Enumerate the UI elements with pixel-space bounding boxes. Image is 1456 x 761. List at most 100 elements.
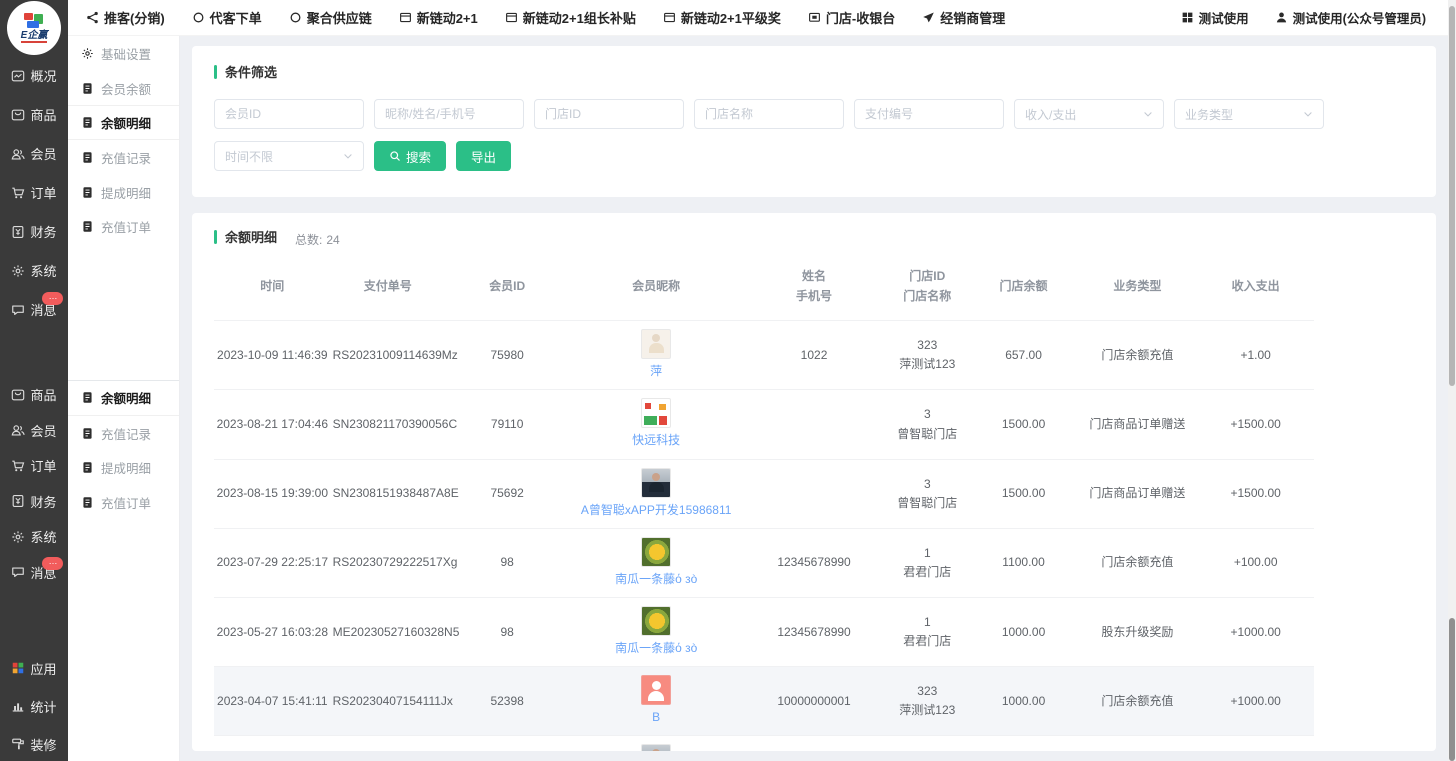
table-header-cell: 支付单号 [331, 254, 445, 321]
time-range-select[interactable]: 时间不限 [214, 141, 364, 171]
cell-store: 1 君君门店 [885, 598, 970, 667]
title-accent-bar [214, 65, 217, 79]
table-header-cell: 收入支出 [1197, 254, 1314, 321]
submenu-item[interactable]: 提成明细 [68, 450, 179, 485]
table-header-cell: 业务类型 [1077, 254, 1197, 321]
sidebar-item[interactable]: 消息 [0, 555, 68, 591]
sidebar-item[interactable]: 系统 [0, 251, 68, 290]
payment-no-input[interactable] [854, 99, 1004, 129]
sidebar-item[interactable]: 概况 [0, 56, 68, 95]
topnav-item[interactable]: 新链动2+1平级奖 [663, 8, 781, 27]
submenu-item[interactable]: 充值记录 [68, 416, 179, 451]
scrollbar-thumb[interactable] [1449, 6, 1455, 386]
submenu-item[interactable]: 会员余额 [68, 71, 179, 106]
sidebar-item[interactable]: 统计 [0, 687, 68, 725]
cell-amount: +1.00 [1197, 321, 1314, 390]
sidebar-item[interactable]: 装修 [0, 725, 68, 761]
secondary-sidebar: 基础设置 会员余额 余额明细 充值记录 提成明细 充值订单 余额明细 [68, 36, 180, 761]
submenu-item-icon [81, 391, 94, 404]
cell-time: 2023-04-07 15:41:11 [214, 667, 331, 736]
primary-sidebar: E企赢 概况 商品 会员 订单 财务 [0, 0, 68, 761]
member-nickname-link[interactable]: B [571, 708, 741, 727]
member-nickname-link[interactable]: A曾智聪xAPP开发15986811 [571, 501, 741, 520]
cell-member-nickname: A曾智聪xAPP开发15986811 [569, 736, 743, 751]
sidebar-item-icon [11, 459, 25, 473]
cell-member-id: 75980 [445, 321, 569, 390]
submenu-item[interactable]: 充值订单 [68, 209, 179, 244]
balance-table: 时间 支付单号 会员ID 会员昵称 [214, 254, 1314, 752]
sidebar-item[interactable]: 应用 [0, 649, 68, 687]
cell-member-nickname: 南瓜一条藤ό зò [569, 528, 743, 597]
submenu-item[interactable]: 基础设置 [68, 36, 179, 71]
sidebar-item-label: 财务 [30, 492, 56, 511]
store-name: 萍测试123 [887, 701, 968, 720]
export-button[interactable]: 导出 [456, 141, 511, 171]
submenu-item[interactable]: 充值记录 [68, 140, 179, 175]
sidebar-item-icon [11, 494, 25, 508]
topnav-item[interactable]: 经销商管理 [922, 8, 1005, 27]
cell-member-nickname: 快远科技 [569, 390, 743, 459]
topnav-item[interactable]: 门店-收银台 [808, 8, 895, 27]
business-type-select[interactable]: 业务类型 [1174, 99, 1324, 129]
sidebar-item-icon [11, 264, 25, 278]
scrollbar-thumb[interactable] [1449, 618, 1455, 761]
income-expense-select[interactable]: 收入/支出 [1014, 99, 1164, 129]
member-nickname-link[interactable]: 快远科技 [571, 431, 741, 450]
cell-time: 2023-05-27 16:03:28 [214, 598, 331, 667]
cell-business-type: 股东升级奖励 [1077, 598, 1197, 667]
sidebar-item[interactable]: 会员 [0, 134, 68, 173]
submenu-item[interactable]: 充值订单 [68, 485, 179, 520]
store-name-input[interactable] [694, 99, 844, 129]
submenu-item-label: 提成明细 [101, 458, 151, 477]
submenu-item-label: 充值订单 [101, 217, 151, 236]
sidebar-item[interactable]: 财务 [0, 212, 68, 251]
nickname-name-phone-input[interactable] [374, 99, 524, 129]
sidebar-item-label: 会员 [30, 144, 56, 163]
sidebar-item-label: 统计 [30, 697, 56, 716]
sidebar-item[interactable]: 会员 [0, 413, 68, 449]
submenu-item-label: 提成明细 [101, 183, 151, 202]
topnav-item[interactable]: 代客下单 [192, 8, 262, 27]
total-count: 总数:24 [295, 231, 340, 248]
filter-panel: 条件筛选 收入/支出 业务类型 时间不限 搜索 [192, 46, 1436, 197]
sidebar-item-label: 商品 [30, 105, 56, 124]
sidebar-item[interactable]: 商品 [0, 377, 68, 413]
search-button[interactable]: 搜索 [374, 141, 446, 171]
submenu-item-icon [81, 151, 94, 164]
top-navbar: 推客(分销) 代客下单 聚合供应链 新链动2+1 新链动2+1组长补贴 新链动2… [68, 0, 1448, 36]
member-nickname-link[interactable]: 萍 [571, 362, 741, 381]
sidebar-item[interactable]: 财务 [0, 484, 68, 520]
member-id-input[interactable] [214, 99, 364, 129]
topnav-item[interactable]: 新链动2+1组长补贴 [505, 8, 636, 27]
chevron-down-icon [1142, 108, 1154, 120]
sidebar-item-label: 系统 [30, 527, 56, 546]
cell-time: 2023-07-29 22:25:17 [214, 528, 331, 597]
member-nickname-link[interactable]: 南瓜一条藤ό зò [571, 639, 741, 658]
header-line1: 时间 [216, 276, 329, 296]
topnav-item[interactable]: 新链动2+1 [399, 8, 478, 27]
topnav-item[interactable]: 推客(分销) [86, 8, 165, 27]
cell-business-type: 订单取消返回抵扣 [1077, 736, 1197, 751]
submenu-item[interactable]: 余额明细 [68, 381, 179, 416]
sidebar-item[interactable]: 订单 [0, 448, 68, 484]
store-id-input[interactable] [534, 99, 684, 129]
cell-time: 2023-08-15 19:39:00 [214, 459, 331, 528]
time-range-select-value: 时间不限 [225, 148, 273, 165]
submenu-item[interactable]: 提成明细 [68, 175, 179, 210]
member-avatar [641, 606, 671, 636]
cell-store-balance: 600.00 [970, 736, 1078, 751]
cell-business-type: 门店商品订单赠送 [1077, 459, 1197, 528]
sidebar-item[interactable]: 消息 [0, 290, 68, 329]
member-nickname-link[interactable]: 南瓜一条藤ό зò [571, 570, 741, 589]
table-row: 2023-04-07 15:41:11 RS20230407154111Jx 5… [214, 667, 1314, 736]
topnav-item[interactable]: 聚合供应链 [289, 8, 372, 27]
cell-payment-no: SN2308151938487A8E [331, 459, 445, 528]
topnav-account-item[interactable]: 测试使用(公众号管理员) [1275, 8, 1426, 27]
sidebar-item-label: 应用 [30, 659, 56, 678]
submenu-item[interactable]: 余额明细 [68, 105, 179, 140]
sidebar-item[interactable]: 订单 [0, 173, 68, 212]
sidebar-item[interactable]: 商品 [0, 95, 68, 134]
sidebar-item[interactable]: 系统 [0, 519, 68, 555]
submenu-item-icon [81, 47, 94, 60]
topnav-account-item[interactable]: 测试使用 [1181, 8, 1249, 27]
